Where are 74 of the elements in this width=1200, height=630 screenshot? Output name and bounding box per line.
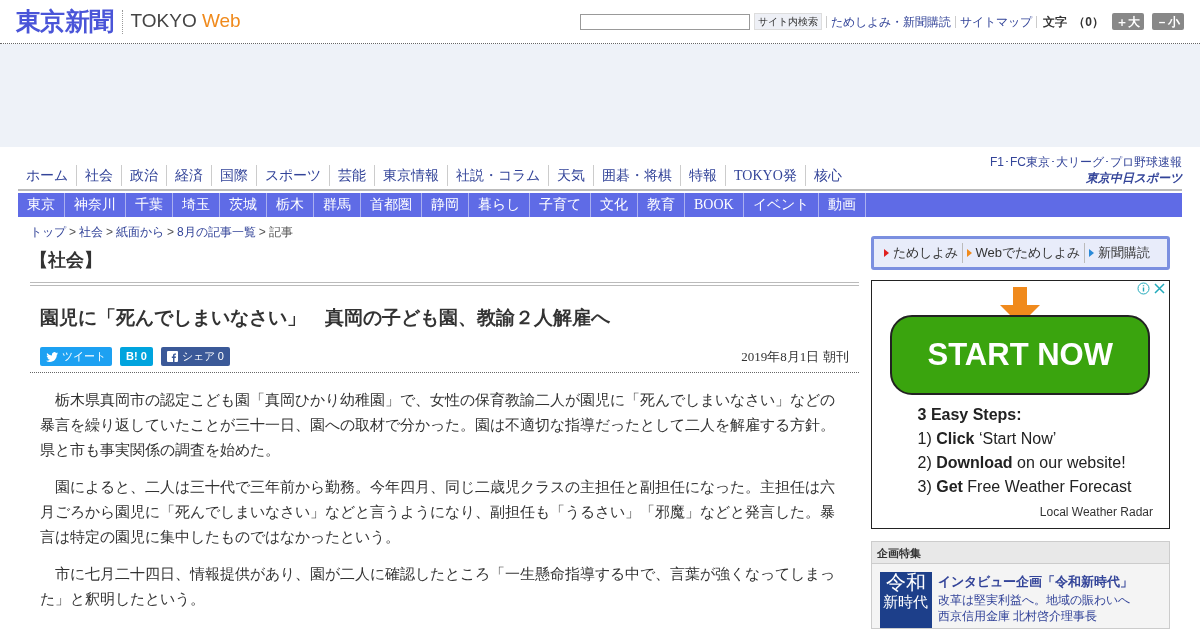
breadcrumb-link[interactable]: 紙面から <box>116 223 165 241</box>
nav-link[interactable]: 芸能 <box>329 165 374 186</box>
region-tab[interactable]: 茨城 <box>220 193 267 217</box>
article-paragraph: 市に七月二十四日、情報提供があり、園が二人に確認したところ「一生懸命指導する中で、言葉が強くなってしまった」と釈明したという。 <box>40 564 836 609</box>
nav-link[interactable]: 囲碁・将棋 <box>593 165 680 186</box>
text-size-button[interactable]: ＋大 <box>1112 13 1144 30</box>
search-field[interactable] <box>580 13 751 30</box>
region-tab[interactable]: 首都圏 <box>361 193 422 217</box>
region-tab[interactable]: 文化 <box>591 193 638 217</box>
ad-info-icon[interactable] <box>1137 282 1167 295</box>
feature-summary: 改革は堅実利益へ。地域の賑わいへ <box>937 591 1131 608</box>
ad-step: 3) Get Free Weather Forecast <box>917 475 1132 499</box>
share-button[interactable]: シェア 0 <box>160 347 230 366</box>
region-tab[interactable]: 子育て <box>530 193 591 217</box>
breadcrumb-separator: > <box>106 224 114 241</box>
subscription-link[interactable]: 新聞購読 <box>1084 243 1155 263</box>
breadcrumb-link[interactable]: 社会 <box>79 223 103 241</box>
region-tab[interactable]: 暮らし <box>469 193 530 217</box>
breadcrumb-link[interactable]: トップ <box>30 223 66 241</box>
facebook-icon <box>166 351 178 362</box>
nav-link[interactable]: 社説・コラム <box>447 165 548 186</box>
section-heading: 【社会】 <box>30 247 859 286</box>
header-link[interactable]: サイトマップ <box>960 12 1033 31</box>
region-tab[interactable]: 埼玉 <box>173 193 220 217</box>
feature-summary: 西京信用金庫 北村啓介理事長 <box>937 607 1098 624</box>
nav-link[interactable]: 特報 <box>680 165 725 186</box>
sports-link[interactable]: 東京中日スポーツ <box>1086 169 1182 187</box>
nav-link[interactable]: 国際 <box>211 165 256 186</box>
region-tab[interactable]: 千葉 <box>126 193 173 217</box>
header-link[interactable]: ためしよみ・新聞購読 <box>831 12 952 31</box>
region-tab[interactable]: BOOK <box>685 193 744 217</box>
breadcrumb-link[interactable]: 8月の記事一覧 <box>177 223 256 241</box>
region-tab[interactable]: 神奈川 <box>65 193 126 217</box>
region-tab[interactable]: 栃木 <box>267 193 314 217</box>
nav-link[interactable]: 社会 <box>76 165 121 186</box>
nav-link[interactable]: 天気 <box>548 165 593 186</box>
region-tab[interactable]: イベント <box>743 193 819 217</box>
search-button[interactable]: サイト内検索 <box>754 13 823 30</box>
breadcrumb-separator: > <box>69 224 76 241</box>
article-title: 園児に「死んでしまいなさい」 真岡の子ども園、教諭２人解雇へ <box>39 306 611 330</box>
breadcrumb-separator: > <box>167 224 175 241</box>
ad-step: 1) Click ‘Start Now’ <box>917 427 1132 451</box>
feature-heading: 企画特集 <box>871 542 1169 564</box>
region-tab[interactable]: 群馬 <box>314 193 361 217</box>
brand-name: TOKYO Web <box>130 9 241 34</box>
text-size-label: 文字 （0） <box>1043 13 1104 31</box>
region-tab[interactable]: 教育 <box>638 193 685 217</box>
nav-link[interactable]: ホーム <box>18 165 76 186</box>
subscription-link[interactable]: ためしよみ <box>879 243 962 263</box>
ad-step: 2) Download on our website! <box>917 451 1132 475</box>
article-paragraph: 栃木県真岡市の認定こども園「真岡ひかり幼稚園」で、女性の保育教諭二人が園児に「死んでしまいなさい」などの暴言を繰り返していたことが三十一日、園への取材で分かった。園は不適切な指導だったとして二人を解雇する方針。県と市も事実関係の調査を始めた。 <box>40 390 836 460</box>
article-date: 2019年8月1日 朝刊 <box>741 347 849 366</box>
breadcrumb-current: 記事 <box>268 224 293 241</box>
nav-link[interactable]: TOKYO発 <box>725 165 805 186</box>
subscription-link[interactable]: Webでためしよみ <box>961 243 1085 263</box>
thumbnail-subtitle: 新時代 <box>883 592 929 612</box>
region-tab[interactable]: 動画 <box>818 193 866 217</box>
feature-link[interactable]: インタビュー企画「令和新時代」 <box>937 572 1133 592</box>
promo-caption: F1･FC東京･大リーグ･プロ野球速報 <box>990 155 1182 169</box>
nav-link[interactable]: 経済 <box>166 165 211 186</box>
breadcrumb-separator: > <box>258 224 266 241</box>
region-tab[interactable]: 静岡 <box>422 193 469 217</box>
text-size-button[interactable]: －小 <box>1152 13 1184 30</box>
region-tab[interactable]: 東京 <box>18 193 65 217</box>
article-paragraph: 園によると、二人は三十代で三年前から勤務。今年四月、同じ二歳児クラスの主担任と副担任になった。主担任は六月ごろから園児に「死んでしまいなさい」などと言うようになり、副担任も「うるさい」「邪魔」などと発言した。暴言は特定の園児に集中したものではなかったという。 <box>40 477 836 547</box>
thumbnail-title: 令和 <box>885 572 926 592</box>
ad-sponsor: Local Weather Radar <box>1039 504 1153 521</box>
nav-link[interactable]: スポーツ <box>256 165 329 186</box>
nav-link[interactable]: 東京情報 <box>374 165 447 186</box>
nav-link[interactable]: 核心 <box>804 165 850 186</box>
site-logo: 東京新聞 <box>16 5 114 37</box>
ad-steps-title: 3 Easy Steps: <box>917 405 1023 425</box>
bird-icon <box>46 351 58 362</box>
nav-link[interactable]: 政治 <box>121 165 166 186</box>
